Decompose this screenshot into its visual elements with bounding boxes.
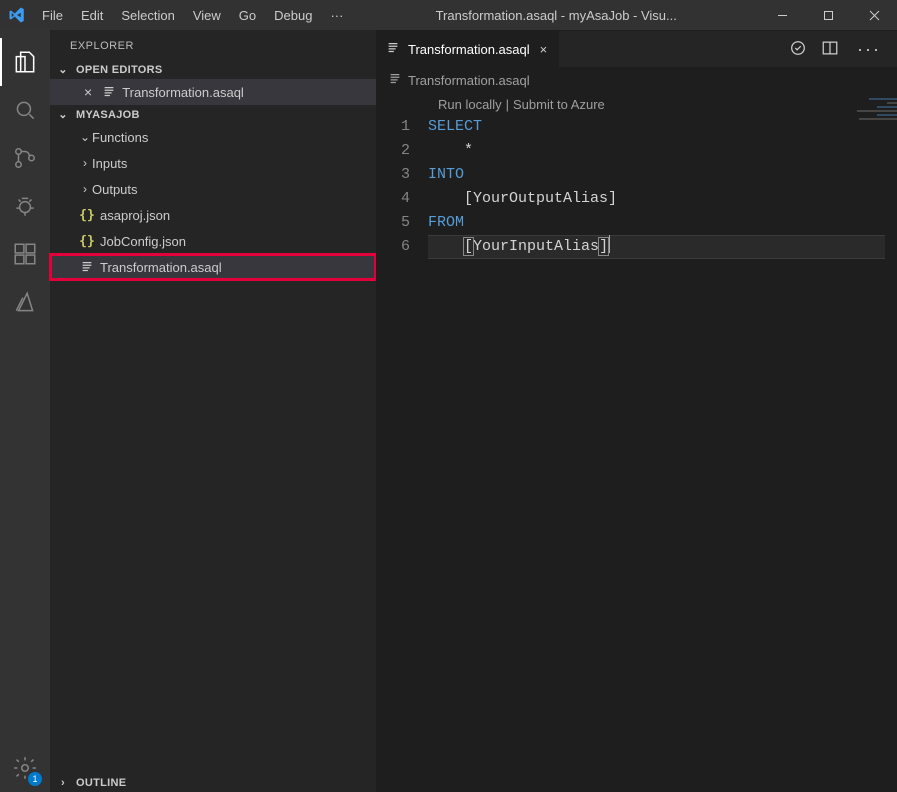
breadcrumb-label: Transformation.asaql xyxy=(408,73,530,88)
title-bar: File Edit Selection View Go Debug ··· Tr… xyxy=(0,0,897,30)
activity-debug-icon[interactable] xyxy=(0,182,50,230)
tree-item-label: asaproj.json xyxy=(100,208,170,223)
code-line: * xyxy=(428,139,897,163)
file-asaql-icon xyxy=(100,85,118,99)
code-lines: SELECT * INTO [YourOutputAlias] FROM [Yo… xyxy=(428,115,897,259)
editor-actions: ··· xyxy=(789,31,897,67)
workspace-tree: ⌄ Functions › Inputs › Outputs {} asapro… xyxy=(50,124,376,280)
open-editor-label: Transformation.asaql xyxy=(122,85,244,100)
code-line: [YourInputAlias] xyxy=(428,235,897,259)
open-editors-list: × Transformation.asaql xyxy=(50,79,376,105)
editor-tab[interactable]: Transformation.asaql × xyxy=(376,31,560,67)
workspace-header[interactable]: ⌄ MYASAJOB xyxy=(50,105,376,124)
window-controls xyxy=(759,0,897,30)
chevron-down-icon: ⌄ xyxy=(56,108,70,121)
sidebar-title: EXPLORER xyxy=(50,30,376,60)
menu-view[interactable]: View xyxy=(185,2,229,29)
line-number: 4 xyxy=(376,187,410,211)
open-editor-item[interactable]: × Transformation.asaql xyxy=(50,79,376,105)
outline-header[interactable]: › OUTLINE xyxy=(50,773,376,792)
codelens-separator: | xyxy=(506,97,509,112)
activity-explorer-icon[interactable] xyxy=(0,38,50,86)
chevron-down-icon: ⌄ xyxy=(78,130,92,144)
close-icon[interactable]: × xyxy=(84,84,92,100)
tree-folder-inputs[interactable]: › Inputs xyxy=(50,150,376,176)
code-lens: Run locally | Submit to Azure xyxy=(376,93,897,115)
code-line: SELECT xyxy=(428,115,897,139)
file-json-icon: {} xyxy=(78,208,96,223)
tree-folder-outputs[interactable]: › Outputs xyxy=(50,176,376,202)
split-editor-icon[interactable] xyxy=(821,39,839,60)
file-asaql-icon xyxy=(78,260,96,274)
codelens-submit-azure[interactable]: Submit to Azure xyxy=(513,97,605,112)
menu-file[interactable]: File xyxy=(34,2,71,29)
editor-tab-label: Transformation.asaql xyxy=(408,42,530,57)
menu-go[interactable]: Go xyxy=(231,2,264,29)
chevron-right-icon: › xyxy=(78,182,92,196)
chevron-down-icon: ⌄ xyxy=(56,63,70,76)
line-number: 6 xyxy=(376,235,410,259)
code-line: INTO xyxy=(428,163,897,187)
outline-label: OUTLINE xyxy=(76,777,126,789)
line-number: 1 xyxy=(376,115,410,139)
open-editors-label: OPEN EDITORS xyxy=(76,64,163,76)
window-maximize-button[interactable] xyxy=(805,0,851,30)
tree-item-label: Inputs xyxy=(92,156,127,171)
file-asaql-icon xyxy=(386,41,400,58)
window-minimize-button[interactable] xyxy=(759,0,805,30)
menu-edit[interactable]: Edit xyxy=(73,2,111,29)
tree-item-label: Transformation.asaql xyxy=(100,260,222,275)
sidebar-explorer: EXPLORER ⌄ OPEN EDITORS × Transformation… xyxy=(50,30,376,792)
activity-extensions-icon[interactable] xyxy=(0,230,50,278)
line-number: 2 xyxy=(376,139,410,163)
line-number-gutter: 1 2 3 4 5 6 xyxy=(376,115,428,259)
tree-item-label: Outputs xyxy=(92,182,138,197)
chevron-right-icon: › xyxy=(56,777,70,789)
tree-file-transformation[interactable]: Transformation.asaql xyxy=(50,254,376,280)
settings-badge: 1 xyxy=(28,772,42,786)
chevron-right-icon: › xyxy=(78,156,92,170)
file-asaql-icon xyxy=(388,72,402,89)
activity-source-control-icon[interactable] xyxy=(0,134,50,182)
code-line: FROM xyxy=(428,211,897,235)
file-json-icon: {} xyxy=(78,234,96,249)
compile-action-icon[interactable] xyxy=(789,39,807,60)
open-editors-header[interactable]: ⌄ OPEN EDITORS xyxy=(50,60,376,79)
codelens-run-locally[interactable]: Run locally xyxy=(438,97,502,112)
menu-debug[interactable]: Debug xyxy=(266,2,320,29)
breadcrumb[interactable]: Transformation.asaql xyxy=(376,67,897,93)
menu-bar: File Edit Selection View Go Debug xyxy=(34,2,320,29)
window-title: Transformation.asaql - myAsaJob - Visu..… xyxy=(353,8,759,23)
activity-search-icon[interactable] xyxy=(0,86,50,134)
activity-bar: 1 xyxy=(0,30,50,792)
close-icon[interactable]: × xyxy=(538,42,550,57)
text-cursor xyxy=(609,235,610,253)
code-editor[interactable]: 1 2 3 4 5 6 SELECT * INTO [YourOutputAli… xyxy=(376,115,897,259)
line-number: 3 xyxy=(376,163,410,187)
menu-overflow-icon[interactable]: ··· xyxy=(320,2,353,29)
vscode-logo-icon xyxy=(8,6,26,24)
tree-item-label: Functions xyxy=(92,130,148,145)
code-line: [YourOutputAlias] xyxy=(428,187,897,211)
tree-file-asaproj[interactable]: {} asaproj.json xyxy=(50,202,376,228)
workspace-label: MYASAJOB xyxy=(76,109,140,121)
tree-item-label: JobConfig.json xyxy=(100,234,186,249)
window-close-button[interactable] xyxy=(851,0,897,30)
activity-azure-icon[interactable] xyxy=(0,278,50,326)
activity-settings-icon[interactable]: 1 xyxy=(0,744,50,792)
more-actions-icon[interactable]: ··· xyxy=(853,39,885,60)
editor-tab-bar: Transformation.asaql × ··· xyxy=(376,31,897,67)
menu-selection[interactable]: Selection xyxy=(113,2,182,29)
tree-folder-functions[interactable]: ⌄ Functions xyxy=(50,124,376,150)
tree-file-jobconfig[interactable]: {} JobConfig.json xyxy=(50,228,376,254)
line-number: 5 xyxy=(376,211,410,235)
editor-group: Transformation.asaql × ··· Transformatio… xyxy=(376,30,897,792)
